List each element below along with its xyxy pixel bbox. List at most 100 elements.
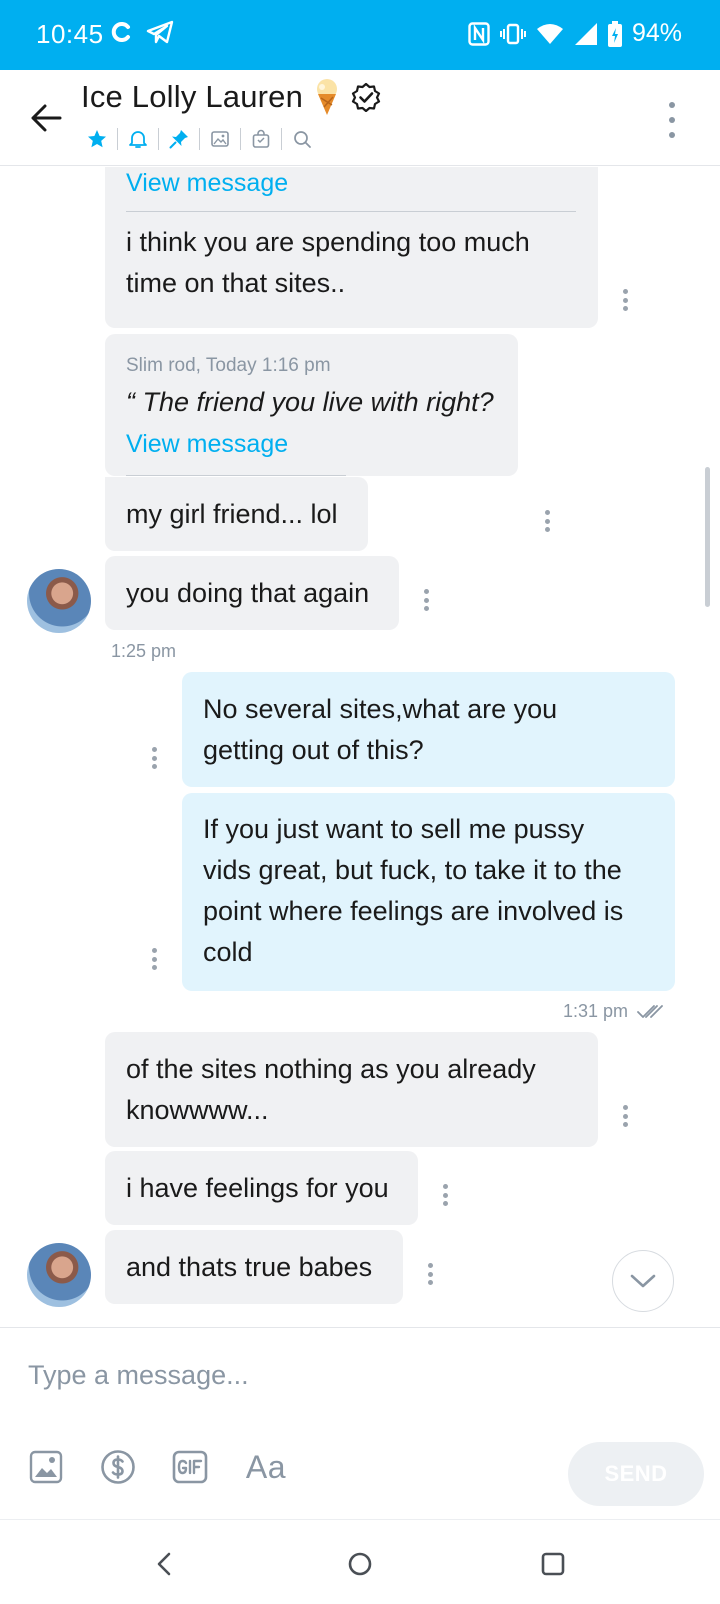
message-options-button[interactable] bbox=[422, 589, 430, 611]
quoted-text: “ The friend you live with right? bbox=[126, 387, 494, 417]
incoming-message[interactable]: View message i think you are spending to… bbox=[105, 167, 598, 328]
ice-cream-emoji-icon bbox=[317, 79, 338, 115]
send-button[interactable]: SEND bbox=[568, 1442, 704, 1506]
nav-back-icon bbox=[157, 1552, 171, 1576]
bag-icon bbox=[252, 129, 270, 148]
dot bbox=[622, 1122, 628, 1127]
message-options-button[interactable] bbox=[150, 747, 158, 769]
wifi-icon bbox=[536, 23, 563, 44]
text-format-button[interactable]: Aa bbox=[244, 1448, 288, 1486]
dot bbox=[669, 102, 675, 108]
more-options-button[interactable] bbox=[660, 100, 684, 140]
header-actions bbox=[80, 124, 319, 154]
chat-title[interactable]: Ice Lolly Lauren bbox=[81, 79, 303, 115]
incoming-message[interactable]: my girl friend... lol bbox=[105, 477, 368, 551]
nav-recents-icon bbox=[541, 1552, 565, 1576]
battery-icon bbox=[607, 20, 622, 47]
message-text: my girl friend... lol bbox=[126, 499, 338, 529]
read-receipt-icon bbox=[637, 1005, 663, 1018]
back-button[interactable] bbox=[24, 96, 68, 140]
nav-back-button[interactable] bbox=[144, 1544, 184, 1584]
dot bbox=[622, 289, 628, 294]
message-text: and thats true babes bbox=[126, 1252, 373, 1282]
message-options-button[interactable] bbox=[426, 1263, 434, 1285]
message-options-button[interactable] bbox=[621, 1105, 629, 1127]
message-text: i have feelings for you bbox=[126, 1173, 389, 1203]
message-text-line: vids great, but fuck, to take it to the bbox=[203, 855, 622, 885]
text-format-label: Aa bbox=[245, 1448, 287, 1485]
nav-home-icon bbox=[348, 1552, 372, 1576]
dot bbox=[544, 510, 550, 515]
message-text-line: cold bbox=[203, 937, 253, 967]
dot bbox=[427, 1280, 433, 1285]
purchases-button[interactable] bbox=[244, 124, 278, 154]
chat-header: Ice Lolly Lauren bbox=[0, 70, 720, 166]
dot bbox=[423, 606, 429, 611]
scrollbar-thumb[interactable] bbox=[705, 467, 710, 607]
notifications-button[interactable] bbox=[121, 124, 155, 154]
dot bbox=[151, 956, 157, 962]
outgoing-message[interactable]: No several sites,what are you getting ou… bbox=[182, 672, 675, 787]
dot bbox=[622, 306, 628, 311]
message-options-button[interactable] bbox=[150, 948, 158, 970]
favorite-button[interactable] bbox=[80, 124, 114, 154]
vibrate-icon bbox=[499, 23, 526, 44]
dot bbox=[427, 1263, 433, 1268]
message-list[interactable]: View message i think you are spending to… bbox=[0, 167, 720, 1327]
dot bbox=[423, 589, 429, 594]
view-message-link[interactable]: View message bbox=[126, 167, 288, 203]
send-tip-button[interactable] bbox=[100, 1448, 136, 1486]
gif-icon bbox=[172, 1450, 208, 1484]
avatar[interactable] bbox=[27, 569, 91, 633]
avatar[interactable] bbox=[27, 1243, 91, 1307]
pin-button[interactable] bbox=[162, 124, 196, 154]
action-separator bbox=[199, 128, 200, 150]
scroll-to-bottom-button[interactable] bbox=[612, 1250, 674, 1312]
composer-tools: Aa bbox=[28, 1448, 288, 1486]
image-icon bbox=[211, 131, 229, 147]
back-arrow-icon bbox=[31, 104, 62, 132]
message-input[interactable] bbox=[28, 1350, 688, 1400]
quoted-reply-message[interactable]: Slim rod, Today 1:16 pm “ The friend you… bbox=[105, 334, 518, 476]
incoming-message[interactable]: of the sites nothing as you already know… bbox=[105, 1032, 598, 1147]
dot bbox=[544, 527, 550, 532]
dot bbox=[151, 747, 157, 752]
incoming-message[interactable]: and thats true babes bbox=[105, 1230, 403, 1304]
c-app-icon bbox=[111, 22, 130, 42]
verified-icon bbox=[351, 82, 381, 112]
system-navigation-bar bbox=[0, 1519, 720, 1604]
action-separator bbox=[240, 128, 241, 150]
attach-media-button[interactable] bbox=[28, 1448, 64, 1486]
message-timestamp: 1:31 pm bbox=[563, 1001, 629, 1021]
nav-home-button[interactable] bbox=[340, 1544, 380, 1584]
chat-title-row[interactable]: Ice Lolly Lauren bbox=[81, 78, 381, 116]
message-text-line: of the sites nothing as you already bbox=[126, 1054, 536, 1084]
gif-button[interactable] bbox=[172, 1448, 208, 1486]
action-separator bbox=[117, 128, 118, 150]
dot bbox=[622, 1105, 628, 1110]
search-button[interactable] bbox=[285, 124, 319, 154]
nav-recents-button[interactable] bbox=[533, 1544, 573, 1584]
dot bbox=[442, 1184, 448, 1189]
incoming-message[interactable]: i have feelings for you bbox=[105, 1151, 418, 1225]
message-text-line: point where feelings are involved is bbox=[203, 896, 624, 926]
message-text-line: If you just want to sell me pussy bbox=[203, 814, 585, 844]
dot bbox=[151, 965, 157, 970]
dot bbox=[622, 297, 628, 303]
dot bbox=[669, 117, 675, 123]
message-options-button[interactable] bbox=[543, 510, 551, 532]
message-text-line: getting out of this? bbox=[203, 735, 424, 765]
media-button[interactable] bbox=[203, 124, 237, 154]
telegram-icon bbox=[146, 20, 174, 44]
message-options-button[interactable] bbox=[621, 289, 629, 311]
outgoing-message[interactable]: If you just want to sell me pussy vids g… bbox=[182, 793, 675, 991]
view-message-link[interactable]: View message bbox=[126, 424, 288, 464]
dot bbox=[423, 597, 429, 603]
dollar-icon bbox=[101, 1450, 135, 1484]
status-bar: 10:45 94% bbox=[0, 0, 720, 70]
bell-icon bbox=[129, 131, 147, 148]
dot bbox=[427, 1271, 433, 1277]
battery-percent: 94% bbox=[631, 19, 682, 47]
message-options-button[interactable] bbox=[441, 1184, 449, 1206]
incoming-message[interactable]: you doing that again bbox=[105, 556, 399, 630]
